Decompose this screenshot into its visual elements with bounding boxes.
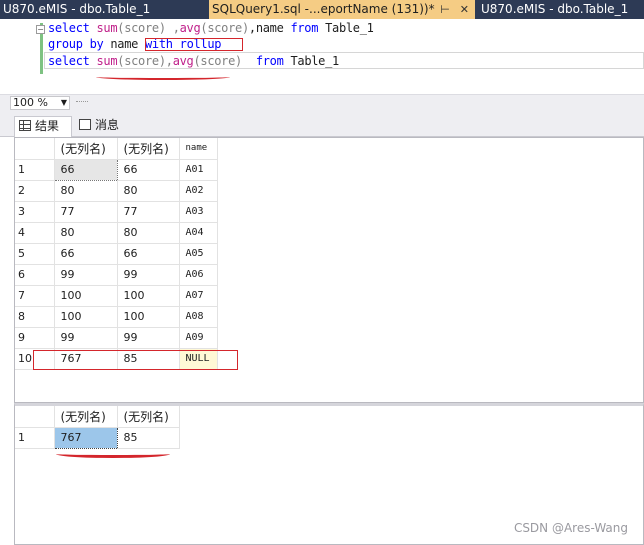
table-cell[interactable]: 80: [117, 180, 180, 202]
table-row: 8 100 100 A08: [15, 306, 218, 328]
table-cell[interactable]: 80: [54, 222, 118, 244]
table-cell[interactable]: A02: [179, 180, 218, 202]
zoom-dropdown[interactable]: 100 % ▼: [10, 96, 70, 110]
table-cell[interactable]: 80: [117, 222, 180, 244]
result-tabs: 结果 消息: [0, 111, 644, 137]
column-header[interactable]: (无列名): [54, 138, 118, 160]
collapse-icon[interactable]: −: [36, 25, 45, 34]
annotation-box-rollup: [145, 38, 243, 51]
table-cell[interactable]: 100: [54, 285, 118, 307]
header-row: (无列名) (无列名): [15, 406, 180, 428]
row-number[interactable]: 6: [15, 264, 55, 286]
tab-messages[interactable]: 消息: [75, 116, 135, 137]
row-number[interactable]: 1: [15, 427, 55, 449]
table-cell[interactable]: 100: [117, 306, 180, 328]
table-cell[interactable]: 99: [117, 327, 180, 349]
table-cell[interactable]: 66: [117, 159, 180, 181]
close-icon[interactable]: ✕: [460, 3, 469, 16]
code-line-3[interactable]: select sum(score),avg(score) from Table_…: [48, 53, 339, 69]
table-row: 6 99 99 A06: [15, 264, 218, 286]
table-cell[interactable]: 99: [54, 264, 118, 286]
row-number[interactable]: 4: [15, 222, 55, 244]
tab-table-1-left[interactable]: U870.eMIS - dbo.Table_1: [0, 0, 203, 19]
query-editor[interactable]: − select sum(score) ,avg(score),name fro…: [0, 19, 644, 94]
table-cell[interactable]: 66: [117, 243, 180, 265]
corner-cell[interactable]: [15, 138, 55, 160]
result-table-2: (无列名) (无列名) 1 767 85: [15, 406, 180, 449]
table-cell[interactable]: 77: [54, 201, 118, 223]
column-header[interactable]: (无列名): [117, 138, 180, 160]
table-cell[interactable]: A06: [179, 264, 218, 286]
row-number[interactable]: 1: [15, 159, 55, 181]
tab-results-label: 结果: [35, 119, 60, 133]
table-cell[interactable]: A04: [179, 222, 218, 244]
table-cell[interactable]: A05: [179, 243, 218, 265]
code-line-1[interactable]: select sum(score) ,avg(score),name from …: [48, 20, 374, 36]
header-row: (无列名) (无列名) name: [15, 138, 218, 160]
table-cell[interactable]: A08: [179, 306, 218, 328]
row-number[interactable]: 3: [15, 201, 55, 223]
corner-cell[interactable]: [15, 406, 55, 428]
pin-icon[interactable]: ⊢: [440, 3, 450, 16]
table-cell[interactable]: 99: [54, 327, 118, 349]
table-cell[interactable]: 85: [117, 427, 180, 449]
table-cell[interactable]: 66: [53, 158, 118, 181]
tab-sqlquery1-label: SQLQuery1.sql -...eportName (131))*: [212, 2, 435, 16]
table-cell[interactable]: 100: [117, 285, 180, 307]
tab-sqlquery1[interactable]: SQLQuery1.sql -...eportName (131))* ⊢ ✕: [209, 0, 475, 19]
annotation-box-rollup-row: [33, 350, 238, 370]
table-row: 2 80 80 A02: [15, 180, 218, 202]
column-header[interactable]: (无列名): [54, 406, 118, 428]
table-cell[interactable]: A09: [179, 327, 218, 349]
column-header[interactable]: name: [179, 138, 218, 160]
chevron-down-icon: ▼: [60, 98, 67, 107]
table-row: 9 99 99 A09: [15, 327, 218, 349]
table-cell[interactable]: 100: [54, 306, 118, 328]
column-header[interactable]: (无列名): [117, 406, 180, 428]
annotation-underline-result: [56, 450, 170, 458]
tab-table-1-right[interactable]: U870.eMIS - dbo.Table_1: [478, 0, 644, 19]
document-tab-strip: U870.eMIS - dbo.Table_1 SQLQuery1.sql -.…: [0, 0, 644, 19]
table-row: 3 77 77 A03: [15, 201, 218, 223]
row-number[interactable]: 7: [15, 285, 55, 307]
table-row: 4 80 80 A04: [15, 222, 218, 244]
row-number[interactable]: 5: [15, 243, 55, 265]
selected-cell[interactable]: 767: [53, 426, 118, 449]
grid-icon: [19, 120, 31, 131]
table-cell[interactable]: 80: [54, 180, 118, 202]
table-row: 1 66 66 A01: [15, 158, 218, 181]
zoom-value: 100 %: [13, 96, 48, 109]
table-cell[interactable]: A03: [179, 201, 218, 223]
table-row: 7 100 100 A07: [15, 285, 218, 307]
table-cell[interactable]: A01: [179, 159, 218, 181]
table-cell[interactable]: 99: [117, 264, 180, 286]
annotation-underline-query: [96, 74, 230, 80]
splitter-grip[interactable]: [76, 101, 88, 105]
watermark: CSDN @Ares-Wang: [513, 521, 628, 535]
message-icon: [79, 119, 91, 130]
row-number[interactable]: 8: [15, 306, 55, 328]
table-cell[interactable]: 77: [117, 201, 180, 223]
table-cell[interactable]: A07: [179, 285, 218, 307]
table-row: 5 66 66 A05: [15, 243, 218, 265]
tab-results[interactable]: 结果: [14, 116, 72, 137]
editor-status-bar: 100 % ▼: [0, 94, 644, 111]
table-row: 1 767 85: [15, 426, 180, 449]
tab-messages-label: 消息: [95, 118, 120, 132]
result-table-1: (无列名) (无列名) name 1 66 66 A01 2 80 80 A02…: [15, 138, 218, 370]
row-number[interactable]: 9: [15, 327, 55, 349]
row-number[interactable]: 2: [15, 180, 55, 202]
table-cell[interactable]: 66: [54, 243, 118, 265]
